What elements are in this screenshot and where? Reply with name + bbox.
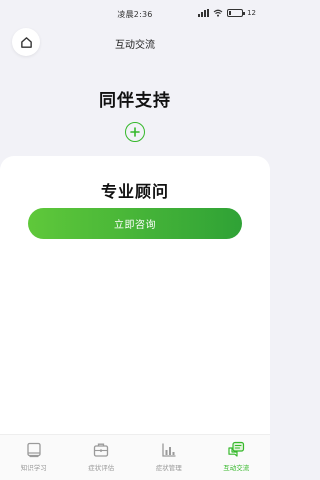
consult-title: 专业顾问 (100, 182, 169, 201)
tab-label: 互动交流 (223, 464, 250, 472)
chart-icon (162, 443, 176, 457)
book-icon (27, 442, 41, 458)
tab-label: 症状管理 (155, 464, 182, 472)
add-peer-button[interactable] (125, 122, 145, 142)
peer-support-section: 同伴支持 (0, 62, 270, 154)
page-title: 互动交流 (115, 40, 155, 51)
tab-bar: 知识学习 症状评估 症状管理 互动交流 (0, 434, 270, 480)
wifi-icon (213, 9, 223, 17)
battery-icon (227, 9, 246, 17)
briefcase-icon (94, 443, 109, 457)
tab-label: 知识学习 (20, 464, 47, 472)
consult-card: 专业顾问 立即咨询 (0, 156, 270, 434)
nav-bar: 互动交流 (0, 28, 270, 58)
battery-text: 12 (247, 9, 256, 17)
chat-icon (228, 441, 245, 457)
tab-interaction[interactable]: 互动交流 (203, 435, 271, 480)
status-icons: 12 (198, 9, 256, 17)
plus-icon (130, 127, 140, 137)
signal-icon (198, 9, 210, 17)
tab-management[interactable]: 症状管理 (135, 435, 203, 480)
status-bar: 凌晨2:36 12 (0, 0, 270, 28)
tab-label: 症状评估 (88, 464, 115, 472)
tab-assessment[interactable]: 症状评估 (68, 435, 136, 480)
tab-knowledge[interactable]: 知识学习 (0, 435, 68, 480)
consult-now-button[interactable]: 立即咨询 (28, 208, 242, 239)
peer-support-title: 同伴支持 (99, 91, 171, 111)
